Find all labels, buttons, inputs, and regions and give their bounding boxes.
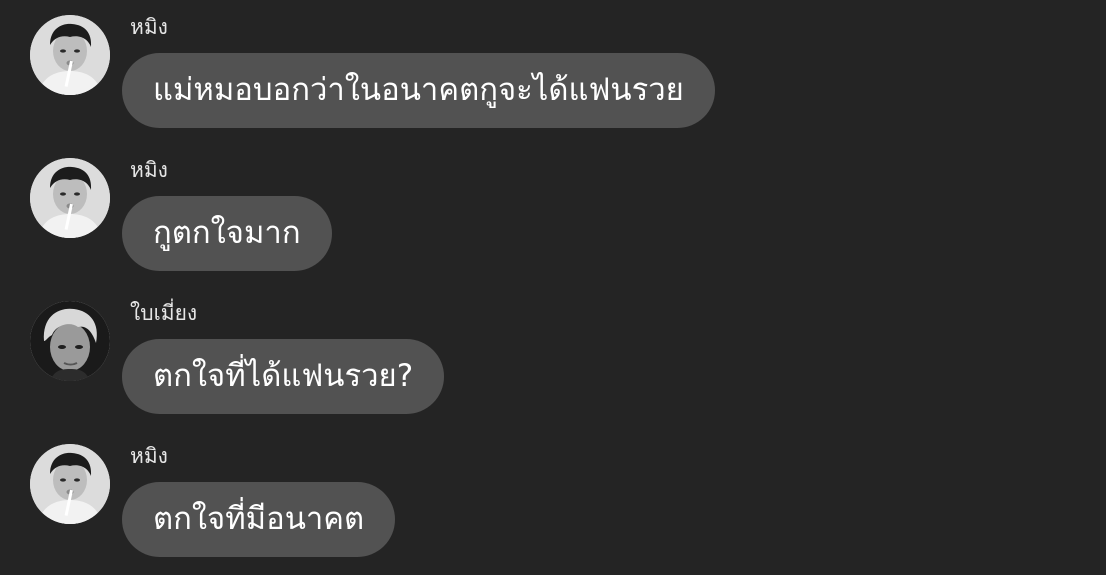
sender-name: ใบเมี่ยง [130, 301, 198, 325]
sender-name: หมิง [130, 158, 168, 182]
chat-thread: หมิง แม่หมอบอกว่าในอนาคตกูจะได้แฟนรวย หม… [0, 0, 1106, 575]
message-bubble[interactable]: ตกใจที่มีอนาคต [122, 482, 396, 557]
avatar-person-straw-icon [30, 15, 110, 95]
avatar[interactable] [30, 444, 110, 524]
message-bubble[interactable]: กูตกใจมาก [122, 196, 332, 271]
message-row: หมิง แม่หมอบอกว่าในอนาคตกูจะได้แฟนรวย [0, 0, 1106, 130]
message-bubble[interactable]: แม่หมอบอกว่าในอนาคตกูจะได้แฟนรวย [122, 53, 715, 128]
message-row: หมิง ตกใจที่มีอนาคต [0, 429, 1106, 559]
avatar[interactable] [30, 158, 110, 238]
sender-name: หมิง [130, 15, 168, 39]
avatar-person-dark-icon [30, 301, 110, 381]
avatar-person-straw-icon [30, 158, 110, 238]
message-bubble[interactable]: ตกใจที่ได้แฟนรวย? [122, 339, 445, 414]
avatar-person-straw-icon [30, 444, 110, 524]
avatar[interactable] [30, 15, 110, 95]
avatar[interactable] [30, 301, 110, 381]
message-row: หมิง กูตกใจมาก [0, 143, 1106, 273]
message-row: ใบเมี่ยง ตกใจที่ได้แฟนรวย? [0, 286, 1106, 416]
sender-name: หมิง [130, 444, 168, 468]
